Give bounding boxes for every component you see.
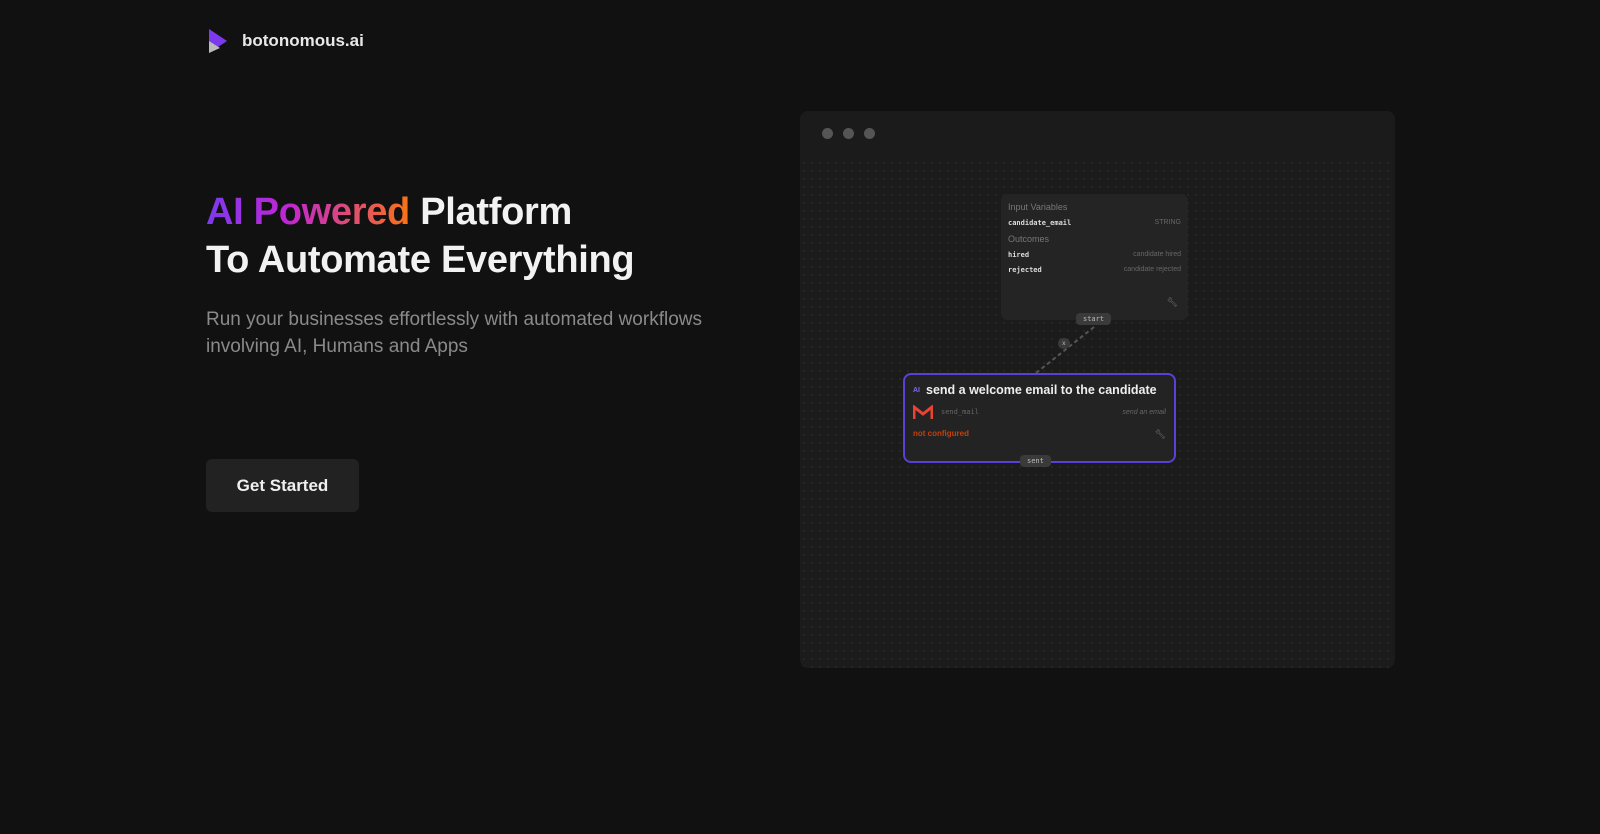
hero-heading: AI Powered Platform To Automate Everythi… [206,188,635,284]
variable-row: candidate_email STRING [1008,219,1181,227]
step-title: send a welcome email to the candidate [926,383,1157,397]
wrench-icon[interactable]: 🔧︎ [1155,429,1166,440]
outcome-desc: candidate rejected [1123,266,1181,273]
connector-remove-button[interactable]: x [1058,338,1070,349]
input-variables-label: Input Variables [1008,202,1068,212]
hero-highlight: AI Powered [206,191,410,233]
outcomes-label: Outcomes [1008,234,1050,244]
sent-port[interactable]: sent [1020,455,1051,467]
brand-name: botonomous.ai [242,31,364,50]
window-titlebar [800,111,1395,156]
action-desc: send an email [1122,408,1166,416]
get-started-button[interactable]: Get Started [206,459,359,512]
status-not-configured: not configured [913,429,969,438]
ai-icon: AI [913,386,920,394]
window-dot [864,128,875,139]
gmail-icon [913,405,933,419]
variable-type: STRING [1154,219,1181,226]
logo-icon [209,29,227,53]
hero-title-rest: Platform [420,191,572,233]
wrench-icon[interactable]: 🔧︎ [1167,297,1178,308]
hero-title-line2: To Automate Everything [206,239,635,281]
hero-subtitle: Run your businesses effortlessly with au… [206,309,702,357]
outcome-row: hired candidate hired [1008,251,1181,259]
window-dot [822,128,833,139]
window-dot [843,128,854,139]
workflow-preview-window: Input Variables candidate_email STRING Ou… [800,111,1395,668]
outcome-name: hired [1008,251,1030,259]
outcome-desc: candidate hired [1133,251,1181,258]
variable-name: candidate_email [1008,219,1072,227]
outcome-name: rejected [1008,266,1042,274]
outcome-row: rejected candidate rejected [1008,266,1181,274]
step-card[interactable]: AI send a welcome email to the candidate … [903,373,1176,463]
input-variables-card[interactable]: Input Variables candidate_email STRING Ou… [1001,194,1188,320]
start-port[interactable]: start [1076,313,1112,325]
action-name: send_mail [941,408,979,416]
connector-line [1035,326,1095,374]
brand-logo[interactable]: botonomous.ai [206,28,364,54]
